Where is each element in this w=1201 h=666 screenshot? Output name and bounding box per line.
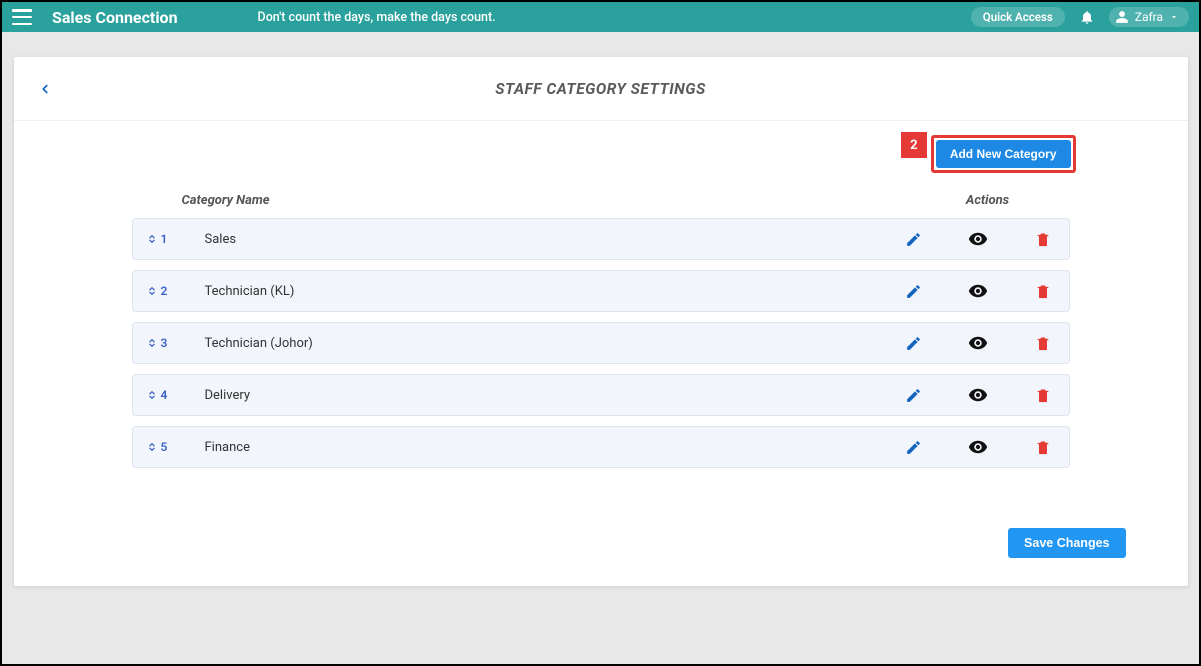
- sort-handle[interactable]: 3: [147, 336, 183, 350]
- category-name: Technician (KL): [183, 284, 905, 299]
- tagline-text: Don't count the days, make the days coun…: [258, 10, 496, 25]
- sort-handle[interactable]: 4: [147, 388, 183, 402]
- visibility-icon[interactable]: [968, 385, 988, 405]
- category-name: Finance: [183, 440, 905, 455]
- row-actions: [905, 333, 1055, 353]
- category-name: Sales: [183, 232, 905, 247]
- card-header: STAFF CATEGORY SETTINGS: [14, 57, 1188, 121]
- settings-card: STAFF CATEGORY SETTINGS 2 Add New Catego…: [14, 57, 1188, 586]
- edit-icon[interactable]: [905, 335, 922, 352]
- category-row: 1 Sales: [132, 218, 1070, 260]
- annotation-badge: 2: [901, 132, 927, 158]
- sort-handle[interactable]: 5: [147, 440, 183, 454]
- column-header-name: Category Name: [182, 193, 918, 208]
- menu-icon[interactable]: [12, 9, 32, 25]
- row-actions: [905, 229, 1055, 249]
- user-name: Zafra: [1135, 10, 1163, 24]
- category-name: Delivery: [183, 388, 905, 403]
- row-order: 2: [161, 284, 168, 298]
- row-actions: [905, 437, 1055, 457]
- visibility-icon[interactable]: [968, 333, 988, 353]
- annotation-highlight: Add New Category: [931, 135, 1076, 173]
- row-order: 4: [161, 388, 168, 402]
- edit-icon[interactable]: [905, 231, 922, 248]
- list-header: Category Name Actions: [132, 179, 1070, 218]
- category-row: 5 Finance: [132, 426, 1070, 468]
- back-button[interactable]: [38, 79, 52, 99]
- row-order: 3: [161, 336, 168, 350]
- quick-access-button[interactable]: Quick Access: [971, 7, 1065, 27]
- category-row: 2 Technician (KL): [132, 270, 1070, 312]
- row-order: 1: [161, 232, 168, 246]
- category-row: 3 Technician (Johor): [132, 322, 1070, 364]
- visibility-icon[interactable]: [968, 437, 988, 457]
- notifications-icon[interactable]: [1079, 9, 1095, 25]
- footer: Save Changes: [14, 478, 1188, 558]
- visibility-icon[interactable]: [968, 281, 988, 301]
- delete-icon[interactable]: [1035, 387, 1051, 404]
- topbar: Sales Connection Don't count the days, m…: [2, 2, 1199, 32]
- category-row: 4 Delivery: [132, 374, 1070, 416]
- delete-icon[interactable]: [1035, 335, 1051, 352]
- edit-icon[interactable]: [905, 387, 922, 404]
- save-changes-button[interactable]: Save Changes: [1008, 528, 1125, 558]
- add-category-button[interactable]: Add New Category: [936, 140, 1071, 168]
- delete-icon[interactable]: [1035, 439, 1051, 456]
- row-actions: [905, 281, 1055, 301]
- user-icon: [1115, 10, 1129, 24]
- chevron-down-icon: [1169, 12, 1179, 22]
- delete-icon[interactable]: [1035, 231, 1051, 248]
- column-header-actions: Actions: [918, 193, 1058, 208]
- brand-title: Sales Connection: [52, 8, 178, 27]
- sort-handle[interactable]: 2: [147, 284, 183, 298]
- category-name: Technician (Johor): [183, 336, 905, 351]
- delete-icon[interactable]: [1035, 283, 1051, 300]
- edit-icon[interactable]: [905, 283, 922, 300]
- user-menu[interactable]: Zafra: [1109, 7, 1189, 27]
- page-title: STAFF CATEGORY SETTINGS: [495, 80, 706, 98]
- row-actions: [905, 385, 1055, 405]
- sort-handle[interactable]: 1: [147, 232, 183, 246]
- toolbar: 2 Add New Category: [14, 121, 1188, 179]
- edit-icon[interactable]: [905, 439, 922, 456]
- visibility-icon[interactable]: [968, 229, 988, 249]
- category-list: Category Name Actions 1 Sales 2 Technici…: [14, 179, 1188, 468]
- row-order: 5: [161, 440, 168, 454]
